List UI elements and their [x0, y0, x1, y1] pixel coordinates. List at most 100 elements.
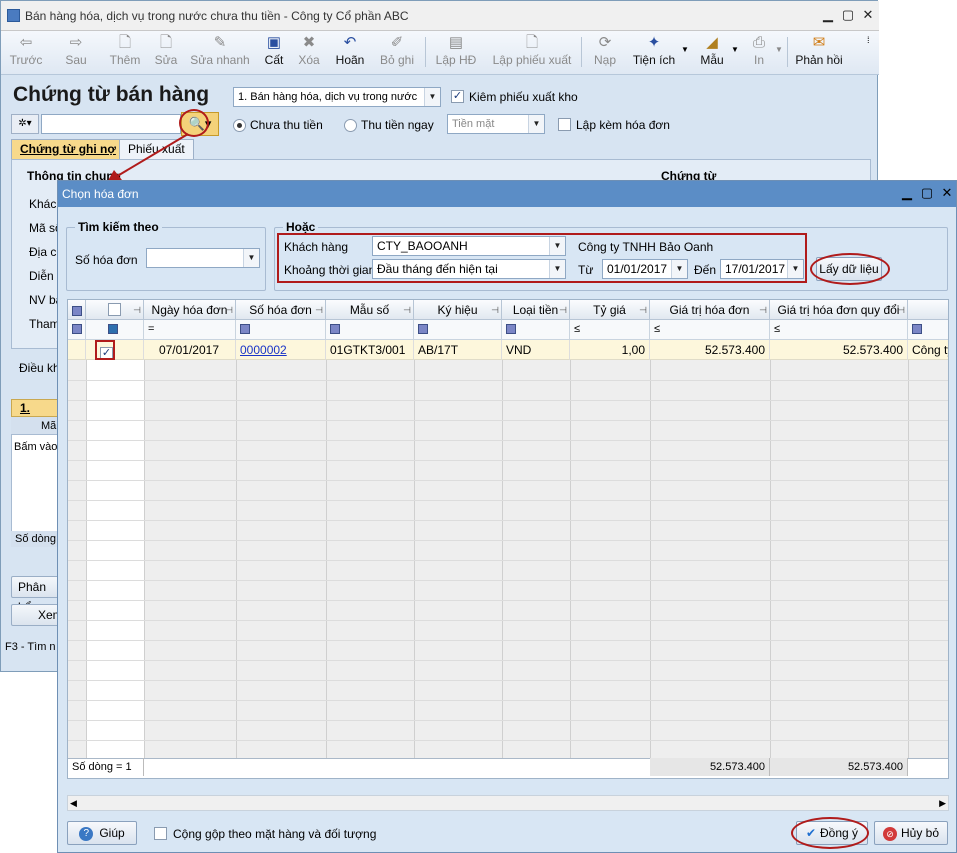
invoice-checkbox-label: Lập kèm hóa đơn	[576, 118, 670, 132]
toolbar-create-issue-slip-button[interactable]: 🗋 Lập phiếu xuất	[489, 33, 575, 73]
close-icon[interactable]: ✕	[859, 7, 877, 23]
table-row-select	[68, 340, 86, 360]
save-disk-icon: ▣	[266, 34, 282, 51]
filter-extra[interactable]	[908, 320, 948, 340]
toolbar-feedback-button[interactable]: ✉ Phản hồi	[793, 33, 845, 73]
maximize-icon[interactable]: ▢	[918, 185, 936, 201]
toolbar-template-button[interactable]: ◢ Mẫu	[695, 33, 729, 73]
view-button[interactable]: Xem	[11, 604, 63, 626]
scroll-left-icon[interactable]: ◀	[70, 796, 77, 810]
chevron-down-icon[interactable]: ▼	[681, 45, 689, 54]
maximize-icon[interactable]: ▢	[839, 7, 857, 23]
toolbar-prev-button[interactable]: ⇦ Trước	[7, 33, 45, 73]
filter-check[interactable]	[86, 320, 144, 340]
pin-icon[interactable]: ⊣	[639, 300, 647, 319]
minimize-icon[interactable]: ▁	[898, 185, 916, 201]
filter-icon[interactable]	[912, 324, 922, 335]
filter-icon[interactable]	[240, 324, 250, 335]
search-options-icon[interactable]: ✲▾	[11, 114, 39, 134]
grid-header-select	[68, 300, 86, 320]
help-icon: ?	[79, 826, 94, 841]
payment-method-select[interactable]: Tiền mặt ▼	[447, 114, 545, 134]
toolbar-print-button[interactable]: ⎙ In	[745, 33, 773, 73]
invoice-checkbox[interactable]	[558, 118, 571, 131]
toolbar-overflow-icon[interactable]: ⁞	[867, 35, 870, 45]
filter-value[interactable]: ≤	[650, 320, 770, 340]
paid-radio[interactable]	[344, 119, 357, 132]
grid-header-check[interactable]: ⊣	[86, 300, 144, 320]
horizontal-scrollbar[interactable]: ◀ ▶	[67, 795, 949, 811]
edit-document-icon: 🗋	[159, 34, 173, 51]
pin-icon[interactable]: ⊣	[897, 300, 905, 319]
filter-number[interactable]	[236, 320, 326, 340]
toolbar-next-button[interactable]: ⇨ Sau	[57, 33, 95, 73]
export-checkbox[interactable]: ✓	[451, 90, 464, 103]
table-cell-number[interactable]: 0000002	[236, 340, 326, 360]
close-icon[interactable]: ✕	[938, 185, 956, 201]
filter-icon[interactable]	[506, 324, 516, 335]
grid-header-value[interactable]: Giá trị hóa đơn ⊣	[650, 300, 770, 320]
pin-icon[interactable]: ⊣	[315, 300, 323, 319]
filter-icon[interactable]	[330, 324, 340, 335]
voucher-type-select[interactable]: 1. Bán hàng hóa, dịch vụ trong nước ▼	[233, 87, 441, 107]
minimize-icon[interactable]: ▁	[819, 7, 837, 23]
pin-icon[interactable]: ⊣	[225, 300, 233, 319]
grid-row-line	[68, 620, 948, 621]
pin-icon[interactable]: ⊣	[559, 300, 567, 319]
help-button[interactable]: ? Giúp	[67, 821, 137, 845]
grid-header-currency[interactable]: Loại tiền ⊣	[502, 300, 570, 320]
grid-header-number[interactable]: Số hóa đơn ⊣	[236, 300, 326, 320]
merge-checkbox-label: Cộng gộp theo mặt hàng và đối tượng	[173, 827, 377, 841]
toolbar-add-button[interactable]: 🗋 Thêm	[105, 33, 145, 73]
pin-icon[interactable]: ⊣	[759, 300, 767, 319]
grid-row-line	[68, 440, 948, 441]
grid-row-line	[68, 460, 948, 461]
select-all-checkbox[interactable]	[108, 303, 121, 316]
filter-date[interactable]: =	[144, 320, 236, 340]
grid-header-date[interactable]: Ngày hóa đơn ⊣	[144, 300, 236, 320]
chevron-down-icon[interactable]: ▼	[775, 45, 783, 54]
detail-tab[interactable]: 1. Hàng	[11, 399, 59, 431]
allocate-button[interactable]: Phân bổ	[11, 576, 61, 614]
filter-icon[interactable]	[72, 324, 82, 335]
page-title: Chứng từ bán hàng	[13, 83, 210, 106]
grid-row-line	[68, 680, 948, 681]
toolbar-reload-button[interactable]: ⟳ Nạp	[589, 33, 621, 73]
pin-icon[interactable]: ⊣	[491, 300, 499, 319]
invoice-number-select[interactable]: ▼	[146, 248, 260, 268]
toolbar-utility-button[interactable]: ✦ Tiện ích	[629, 33, 679, 73]
main-toolbar: ⇦ Trước ⇨ Sau 🗋 Thêm 🗋 Sửa ✎ Sửa nhanh ▣ Cất ✖…	[1, 31, 879, 75]
grid-row-line	[68, 700, 948, 701]
grid-header-value-converted[interactable]: Giá trị hóa đơn quy đổi ⊣	[770, 300, 908, 320]
toolbar-delete-button[interactable]: ✖ Xóa	[293, 33, 325, 73]
pin-icon[interactable]: ⊣	[133, 300, 141, 319]
filter-form[interactable]	[326, 320, 414, 340]
pin-icon[interactable]: ⊣	[403, 300, 411, 319]
toolbar-create-invoice-button[interactable]: ▤ Lập HĐ	[431, 33, 481, 73]
grid-header-rate[interactable]: Tỷ giá ⊣	[570, 300, 650, 320]
filter-value-converted[interactable]: ≤	[770, 320, 908, 340]
scroll-right-icon[interactable]: ▶	[939, 796, 946, 810]
toolbar-edit-button[interactable]: 🗋 Sửa	[149, 33, 183, 73]
filter-currency[interactable]	[502, 320, 570, 340]
toolbar-quick-edit-button[interactable]: ✎ Sửa nhanh	[189, 33, 251, 73]
chevron-down-icon[interactable]: ▼	[731, 45, 739, 54]
grid-header-symbol[interactable]: Ký hiệu ⊣	[414, 300, 502, 320]
grid-row-line	[68, 480, 948, 481]
merge-checkbox[interactable]	[154, 827, 167, 840]
filter-symbol[interactable]	[414, 320, 502, 340]
unpaid-radio[interactable]	[233, 119, 246, 132]
filter-icon[interactable]	[418, 324, 428, 335]
cancel-button[interactable]: ⊘ Hủy bỏ	[874, 821, 948, 845]
grid-header-extra[interactable]	[908, 300, 948, 320]
invoice-icon: ▤	[448, 34, 464, 51]
column-chooser-icon[interactable]	[71, 305, 82, 316]
invoice-number-link[interactable]: 0000002	[240, 343, 287, 357]
grid-header-form[interactable]: Mẫu số ⊣	[326, 300, 414, 320]
filter-icon[interactable]	[108, 324, 118, 335]
toolbar-defer-button[interactable]: ↶ Hoãn	[331, 33, 369, 73]
filter-rate[interactable]: ≤	[570, 320, 650, 340]
reload-icon: ⟳	[598, 34, 612, 51]
toolbar-save-button[interactable]: ▣ Cất	[259, 33, 289, 73]
toolbar-unpost-button[interactable]: ✐ Bỏ ghi	[375, 33, 419, 73]
